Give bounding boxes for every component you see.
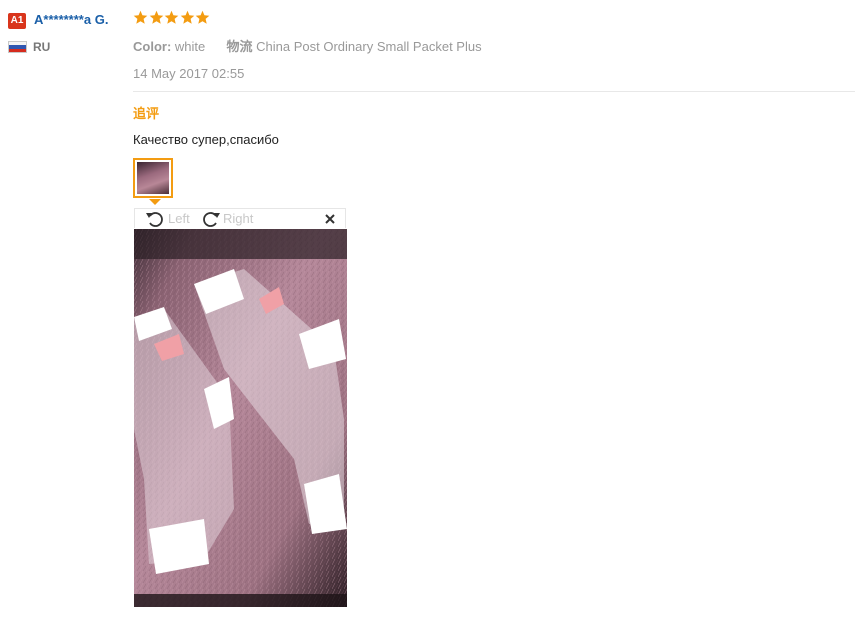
star-icon (195, 10, 210, 24)
star-icon (180, 10, 194, 24)
reviewer-name[interactable]: A********a G. (34, 12, 108, 27)
followup-label: 追评 (133, 106, 160, 121)
reviewer-country: RU (33, 40, 51, 54)
rotate-right-button[interactable]: Right (223, 211, 253, 226)
close-icon[interactable] (324, 213, 336, 225)
review-image (134, 229, 347, 607)
rotate-left-icon[interactable] (145, 210, 165, 228)
rotate-right-icon[interactable] (201, 210, 221, 228)
star-icon (164, 10, 179, 24)
thumbnail-pointer (149, 199, 161, 205)
star-icon (133, 10, 148, 24)
color-label: Color: (133, 39, 172, 54)
color-value: white (174, 39, 206, 54)
order-details: Color: white 物流 China Post Ordinary Smal… (133, 36, 482, 55)
feedback-text: Качество супер,спасибо (133, 132, 279, 147)
star-rating (133, 10, 211, 25)
level-badge: A1 (8, 13, 26, 29)
rotate-left-button[interactable]: Left (168, 211, 190, 226)
review-image-thumbnail[interactable] (133, 158, 173, 198)
review-date: 14 May 2017 02:55 (133, 66, 245, 81)
star-icon (149, 10, 163, 24)
logistics-label: 物流 (226, 39, 253, 54)
logistics-value: China Post Ordinary Small Packet Plus (256, 39, 482, 54)
divider (133, 91, 855, 92)
russia-flag-icon (8, 41, 27, 53)
image-viewer-toolbar: Left Right (134, 208, 346, 228)
